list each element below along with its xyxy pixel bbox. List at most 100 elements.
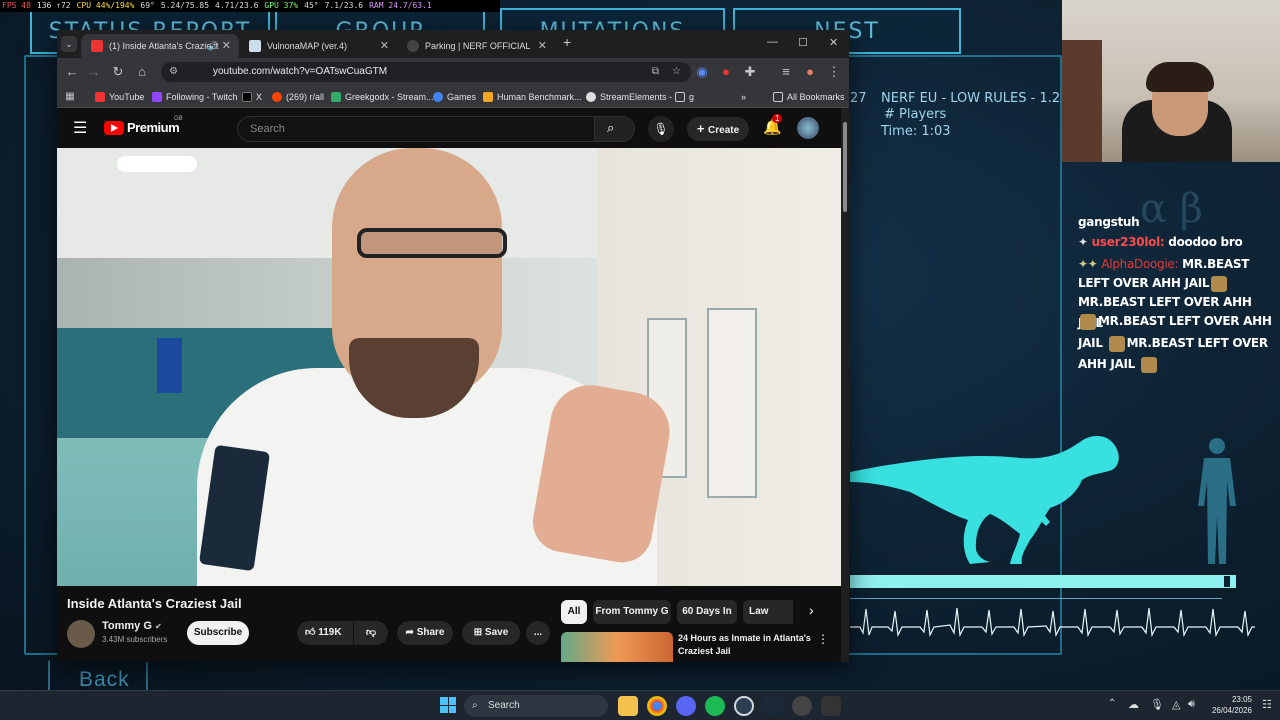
like-button[interactable]: 👍︎ 119K [297,621,353,645]
video-title: Inside Atlanta's Craziest Jail [67,596,242,611]
volume-icon[interactable]: 🔊︎ [1188,698,1195,711]
audio-icon[interactable]: 🔊 [208,34,219,58]
media-control-icon[interactable]: ≡ [777,58,795,86]
bookmark-reddit[interactable]: (269) r/all [272,89,324,105]
channel-name[interactable]: Tommy G ✔ [102,620,162,632]
bookmarks-overflow[interactable]: » [741,89,746,105]
search-icon: ⌕ [607,120,615,135]
more-actions-button[interactable]: ... [526,621,550,645]
bookmark-star-icon[interactable]: ☆ [672,62,681,82]
ccleaner-icon[interactable] [734,696,754,716]
tray-overflow-icon[interactable]: ⌃ [1108,698,1116,709]
browser-tab-youtube[interactable]: (1) Inside Atlanta's Craziest 🔊 ✕ [81,34,239,58]
taskbar-search[interactable]: ⌕ Search [464,695,608,717]
youtube-search-input[interactable]: Search [237,116,595,142]
home-icon[interactable]: ⌂ [133,58,151,86]
performance-overlay: FPS 48 136 ↑72 CPU 44%/194% 69° 5.24/75.85 4.… [0,0,500,12]
extension-icon[interactable]: ◉ [693,58,711,86]
human-scale-silhouette [1198,438,1236,564]
youtube-favicon [91,40,103,52]
network-tray-icon[interactable]: ☁ [1128,698,1139,711]
spotify-icon[interactable] [705,696,725,716]
back-icon[interactable]: ← [63,58,81,86]
chrome-taskbar-icon[interactable] [647,696,667,716]
apps-icon[interactable]: ▦ [61,86,79,108]
subscriber-count: 3.43M subscribers [102,635,168,644]
gpu-mem: 7.1/23.6 [324,1,364,10]
server-number: 27 [850,91,867,106]
dislike-button[interactable]: 👎︎ [354,621,388,645]
wifi-icon[interactable]: ◬ [1172,698,1180,711]
recommended-title[interactable]: 24 Hours as Inmate in Atlanta's Craziest … [678,632,818,658]
youtube-search-button[interactable]: ⌕ [595,116,635,142]
create-button[interactable]: + Create [687,117,749,141]
ram-readout: RAM 24.7/63.1 [369,1,432,10]
obs-icon[interactable] [792,696,812,716]
extensions-puzzle-icon[interactable]: ✚ [741,58,759,86]
bookmarks-bar: ▦ YouTube Following - Twitch X (269) r/a… [57,86,849,108]
recommended-more-icon[interactable]: ⋮ [817,632,829,646]
account-avatar[interactable] [797,117,819,139]
chips-next-icon[interactable]: › [809,602,814,618]
profile-avatar-icon[interactable]: ● [801,58,819,86]
scrollbar-thumb[interactable] [843,122,847,212]
site-info-icon[interactable]: ⚙ [169,62,178,82]
voice-search-icon[interactable]: 🎙 [648,116,674,142]
chip-from-tommy-g[interactable]: From Tommy G [593,600,671,624]
bookmark-games[interactable]: Games [433,89,476,105]
game-app-icon[interactable] [821,696,841,716]
tab-search-icon[interactable]: ⌄ [61,36,77,52]
chat-line: JAIL MR.BEAST LEFT OVER [1078,335,1268,352]
clock[interactable]: 23:05 26/04/2026 [1208,694,1252,716]
minimize-icon[interactable]: — [767,36,778,48]
subscribe-button[interactable]: Subscribe [187,621,249,645]
close-tab-icon[interactable]: ✕ [380,34,389,58]
discord-icon[interactable] [676,696,696,716]
browser-tab-map[interactable]: VulnonaMAP (ver.4) ✕ [239,34,397,58]
recommended-thumbnail[interactable] [561,632,673,662]
forward-icon[interactable]: → [85,58,103,86]
chat-line: MR.BEAST LEFT OVER AHH [1078,311,1272,332]
emote-icon [1211,275,1228,292]
close-tab-icon[interactable]: ✕ [222,34,231,58]
bookmark-twitch[interactable]: Following - Twitch [152,89,237,105]
address-bar[interactable]: ⚙ youtube.com/watch?v=OATswCuaGTM ⧉ ☆ [161,62,691,82]
bookmark-folder-g[interactable]: g [675,89,694,105]
adblock-icon[interactable]: ● [717,58,735,86]
cast-icon[interactable]: ⧉ [652,62,659,82]
bookmark-greekgodx[interactable]: Greekgodx - Stream... [331,89,434,105]
all-bookmarks-folder[interactable]: All Bookmarks [773,89,845,105]
browser-tab-parking[interactable]: Parking | NERF OFFICIAL ✕ [397,34,555,58]
channel-avatar[interactable] [67,620,95,648]
bookmark-youtube[interactable]: YouTube [95,89,144,105]
close-tab-icon[interactable]: ✕ [538,34,547,58]
reload-icon[interactable]: ↻ [109,58,127,86]
steam-icon[interactable] [763,696,783,716]
chip-all[interactable]: All [561,600,587,624]
players-label: # Players [884,107,947,122]
mem-readout-1: 5.24/75.85 [160,1,210,10]
chip-60-days-in[interactable]: 60 Days In [677,600,737,624]
window-close-icon[interactable]: ✕ [829,36,838,49]
emote-icon [1080,313,1096,330]
chip-law-enforcement[interactable]: Law enfor [743,600,793,624]
back-button[interactable]: Back [79,668,130,692]
raptor-silhouette [850,436,1119,564]
new-tab-button[interactable]: + [563,34,571,50]
mic-tray-icon[interactable]: 🎙 [1150,698,1164,711]
save-icon: ⊞ [473,627,483,638]
hamburger-menu-icon[interactable]: ☰ [73,118,87,138]
start-button[interactable] [440,697,456,713]
premium-brand[interactable]: Premium [127,120,180,135]
file-explorer-icon[interactable] [618,696,638,716]
save-button[interactable]: ⊞ Save [462,621,520,645]
bookmark-x[interactable]: X [242,89,262,105]
notifications-tray-icon[interactable]: ☷ [1262,698,1272,711]
bookmark-human-benchmark[interactable]: Human Benchmark... [483,89,582,105]
youtube-logo-icon[interactable] [104,121,124,135]
share-button[interactable]: ➦ Share [397,621,453,645]
bookmark-streamelements[interactable]: StreamElements - [586,89,672,105]
chrome-menu-icon[interactable]: ⋮ [825,58,843,86]
maximize-icon[interactable]: ☐ [798,36,808,49]
video-player[interactable] [57,148,841,586]
